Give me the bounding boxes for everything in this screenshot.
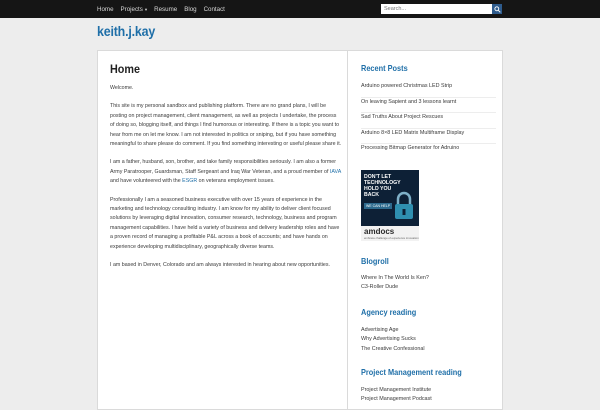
agency-reading-link[interactable]: Advertising Age — [361, 326, 496, 335]
main-nav: Home Projects ▾ Resume Blog Contact — [97, 0, 232, 18]
recent-post-link[interactable]: Processing Bitmap Generator for Adruino — [361, 144, 496, 160]
recent-post-link[interactable]: Sad Truths About Project Rescues — [361, 113, 496, 129]
esgr-link[interactable]: ESGR — [182, 178, 197, 184]
search-icon — [493, 5, 501, 13]
agency-reading-link[interactable]: Why Advertising Sucks — [361, 335, 496, 344]
chevron-down-icon: ▾ — [144, 6, 148, 12]
search-input[interactable] — [381, 4, 492, 14]
recent-post-link[interactable]: Arduino 8×8 LED Matrix Multiframe Displa… — [361, 129, 496, 144]
recent-posts-heading: Recent Posts — [361, 63, 408, 73]
site-title[interactable]: keith.j.kay — [97, 24, 155, 39]
paragraph-location: I am based in Denver, Colorado and am al… — [110, 262, 330, 269]
paragraph-personal-text-a: I am a father, husband, son, brother, an… — [110, 159, 337, 175]
blogroll-link[interactable]: C3-Roller Dude — [361, 283, 496, 292]
paragraph-personal: I am a father, husband, son, brother, an… — [110, 158, 342, 186]
paragraph-professional: Professionally I am a seasoned business … — [110, 196, 340, 250]
iava-link[interactable]: IAVA — [330, 169, 341, 175]
recent-post-link[interactable]: On leaving Sapient and 3 lessons learnt — [361, 98, 496, 113]
page-title: Home — [110, 62, 141, 76]
ad-tagline: embrace challenge of experience innovati… — [364, 236, 419, 240]
blogroll-link[interactable]: Where In The World Is Ken? — [361, 274, 496, 283]
agency-reading-list: Advertising Age Why Advertising Sucks Th… — [361, 326, 496, 354]
pm-reading-heading: Project Management reading — [361, 367, 462, 377]
blogroll-list: Where In The World Is Ken? C3-Roller Dud… — [361, 274, 496, 293]
search-form — [381, 4, 502, 14]
recent-post-link[interactable]: Arduino powered Christmas LED Strip — [361, 82, 496, 98]
nav-projects-label: Projects — [120, 5, 143, 13]
pm-reading-list: Project Management Institute Project Man… — [361, 386, 496, 405]
search-button[interactable] — [492, 4, 502, 14]
agency-reading-heading: Agency reading — [361, 307, 417, 317]
paragraph-personal-text-b: and have volunteered with the — [110, 178, 183, 185]
nav-contact[interactable]: Contact — [204, 6, 225, 13]
nav-home[interactable]: Home — [97, 6, 114, 13]
blogroll-heading: Blogroll — [361, 256, 389, 266]
nav-projects[interactable]: Projects ▾ — [121, 6, 148, 13]
padlock-icon — [395, 191, 413, 219]
paragraph-welcome: Welcome. — [110, 85, 134, 91]
ad-brand-footer: amdocs embrace challenge of experience i… — [361, 226, 419, 241]
nav-blog[interactable]: Blog — [184, 6, 196, 13]
recent-posts-list: Arduino powered Christmas LED Strip On l… — [361, 82, 496, 160]
pm-reading-link[interactable]: Project Management Institute — [361, 386, 496, 395]
paragraph-personal-text-c: on veterans employment issues. — [197, 178, 275, 185]
article-body: Welcome. This site is my personal sandbo… — [110, 84, 342, 280]
nav-resume[interactable]: Resume — [154, 6, 177, 13]
top-navigation-bar — [0, 0, 600, 18]
ad-cta: WE CAN HELP — [364, 203, 393, 209]
advertisement-banner[interactable]: DON'T LET TECHNOLOGY HOLD YOU BACK WE CA… — [361, 170, 419, 241]
ad-brand-logo: amdocs — [364, 227, 395, 236]
paragraph-about-site: This site is my personal sandbox and pub… — [110, 103, 342, 148]
agency-reading-link[interactable]: The Creative Confessional — [361, 345, 496, 354]
